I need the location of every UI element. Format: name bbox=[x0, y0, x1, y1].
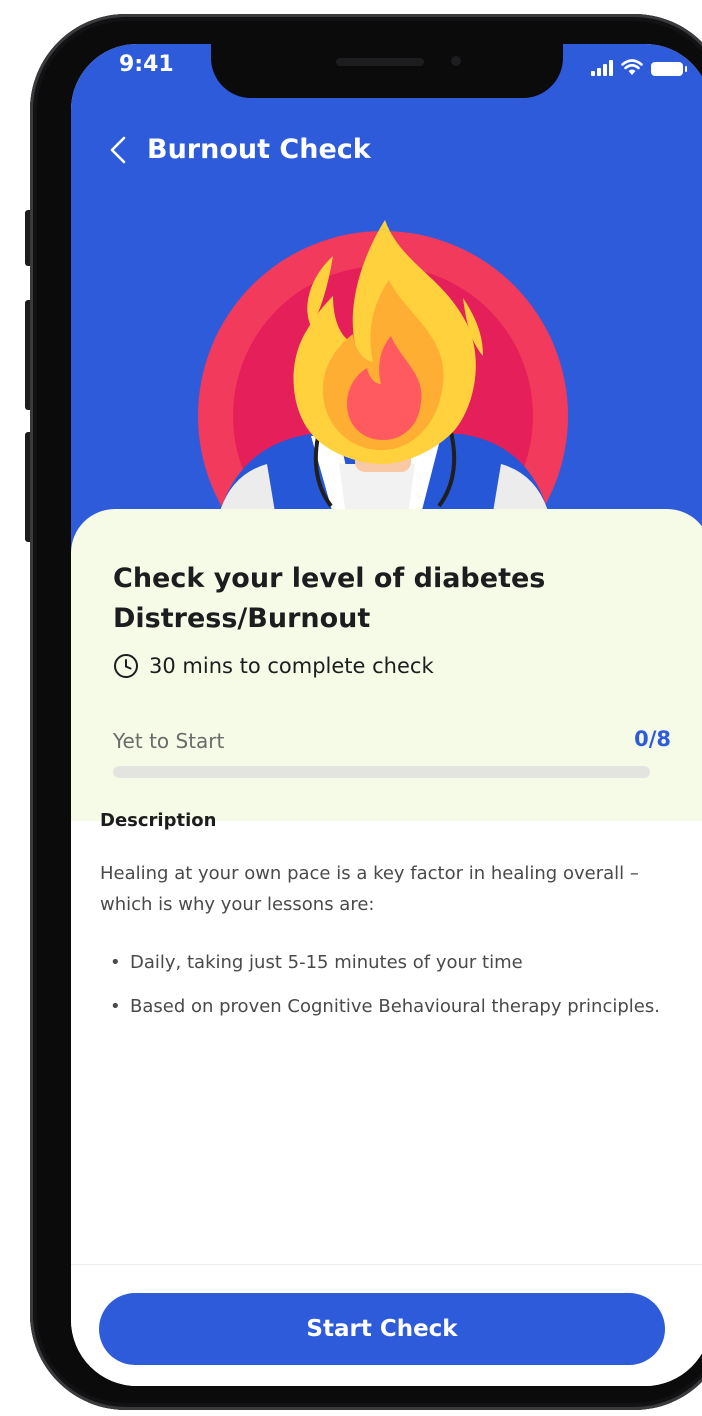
hero-banner: 9:41 Burnout Check bbox=[71, 44, 702, 584]
clock-icon bbox=[114, 654, 138, 678]
earpiece-speaker bbox=[336, 58, 424, 66]
duration-row: 30 mins to complete check bbox=[113, 653, 434, 679]
page-title: Burnout Check bbox=[147, 134, 371, 165]
start-check-button[interactable]: Start Check bbox=[99, 1293, 665, 1365]
front-camera bbox=[451, 56, 461, 66]
burnout-illustration bbox=[198, 220, 568, 584]
device-notch bbox=[211, 44, 563, 98]
check-title: Check your level of diabetes Distress/Bu… bbox=[113, 563, 546, 634]
status-bar-time: 9:41 bbox=[119, 52, 174, 77]
duration-text: 30 mins to complete check bbox=[149, 654, 434, 678]
device-mockup: 9:41 Burnout Check Check your level of d… bbox=[0, 0, 702, 1416]
progress-status: Yet to Start bbox=[113, 729, 225, 753]
status-bar-icons bbox=[591, 58, 687, 76]
battery-icon bbox=[651, 62, 687, 76]
progress-bar bbox=[113, 766, 650, 778]
wifi-icon bbox=[621, 59, 643, 75]
description-body: Healing at your own pace is a key factor… bbox=[100, 863, 639, 915]
list-item: Daily, taking just 5-15 minutes of your … bbox=[100, 948, 660, 978]
description-bullets: Daily, taking just 5-15 minutes of your … bbox=[100, 948, 660, 1036]
check-summary-card: Check your level of diabetes Distress/Bu… bbox=[71, 509, 702, 821]
cellular-signal-icon bbox=[591, 60, 613, 76]
chevron-left-icon[interactable] bbox=[107, 136, 129, 164]
bottom-action-bar: Start Check bbox=[71, 1264, 702, 1386]
list-item: Based on proven Cognitive Behavioural th… bbox=[100, 992, 660, 1022]
app-screen: 9:41 Burnout Check Check your level of d… bbox=[71, 44, 702, 1386]
top-navigation: Burnout Check bbox=[107, 134, 371, 165]
progress-count: 0/8 bbox=[634, 727, 671, 751]
description-heading: Description bbox=[100, 810, 217, 831]
